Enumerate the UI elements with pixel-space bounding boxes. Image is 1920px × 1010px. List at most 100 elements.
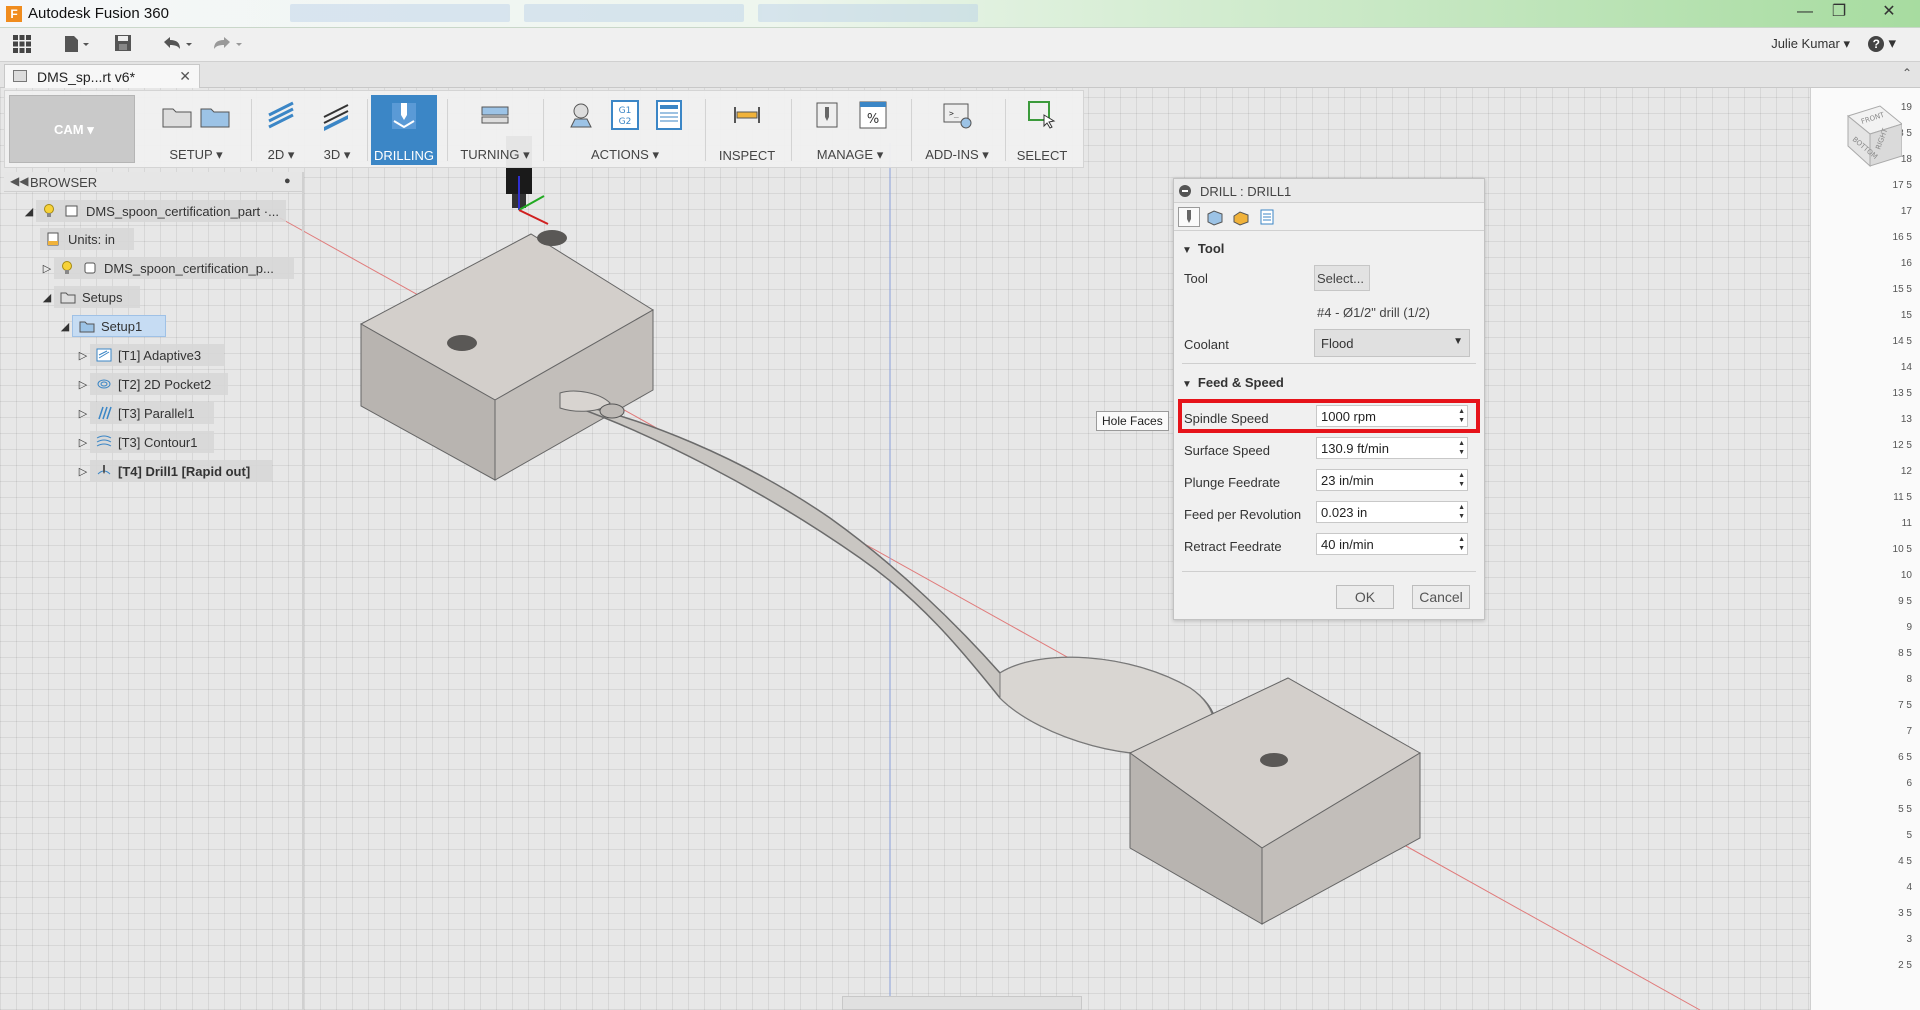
tree-item-setups[interactable]: ◢ Setups (40, 286, 140, 308)
view-cube[interactable]: FRONT BOTTOM RIGHT (1830, 100, 1904, 172)
chevron-down-icon: ▾ (876, 147, 884, 162)
ribbon-group-actions[interactable]: G1 G2 ACTIONS ▾ (549, 95, 701, 165)
collapse-triangle-icon[interactable]: ◢ (22, 205, 36, 218)
turning-icon[interactable] (479, 99, 511, 131)
expand-triangle-icon[interactable]: ▷ (40, 262, 54, 275)
parallel-toolpath-icon (96, 406, 112, 420)
tree-item-label: [T3] Parallel1 (118, 405, 195, 421)
ribbon-group-2d[interactable]: 2D ▾ (255, 95, 307, 165)
2d-adaptive-icon[interactable] (265, 99, 297, 131)
minimize-dialog-icon[interactable] (1179, 185, 1191, 197)
tree-item-units[interactable]: Units: in (40, 228, 134, 250)
undo-icon[interactable] (160, 34, 196, 56)
redo-icon[interactable] (210, 34, 246, 56)
navigation-bar[interactable] (842, 996, 1082, 1010)
ribbon-group-manage[interactable]: % MANAGE ▾ (795, 95, 905, 165)
lightbulb-icon[interactable] (60, 261, 76, 275)
setup-folder-icon[interactable] (161, 99, 193, 131)
chevron-down-icon: ▾ (652, 147, 659, 162)
ribbon-group-drilling[interactable]: DRILLING (371, 95, 437, 165)
tree-item-operation[interactable]: ▷ [T3] Contour1 (76, 431, 214, 453)
spinner-arrows-icon[interactable]: ▲ ▼ (1458, 503, 1465, 521)
tree-item-label: DMS_spoon_certification_p... (104, 260, 274, 276)
tab-heights[interactable] (1230, 207, 1252, 227)
expand-triangle-icon[interactable]: ▷ (76, 378, 90, 391)
tool-library-icon[interactable] (811, 99, 843, 131)
ruler-tick-label: 8 5 (1898, 648, 1912, 659)
minimize-icon[interactable]: — (1788, 0, 1822, 24)
setup-folder-blue-icon[interactable] (199, 99, 231, 131)
section-divider (1182, 571, 1476, 572)
ribbon-group-turning[interactable]: TURNING ▾ (453, 95, 537, 165)
close-icon[interactable]: ✕ (1872, 0, 1906, 24)
tree-item-operation-drill[interactable]: ▷ [T4] Drill1 [Rapid out] (76, 460, 272, 482)
file-menu-icon[interactable] (62, 34, 92, 56)
tool-section-header[interactable]: ▼ Tool (1182, 241, 1224, 256)
scripts-addins-icon[interactable]: >_ (941, 99, 973, 131)
data-panel-grid-icon[interactable] (12, 34, 32, 56)
chevron-down-icon: ▾ (523, 147, 530, 162)
collapse-tabs-icon[interactable]: ⌃ (1902, 66, 1912, 80)
tree-item-operation[interactable]: ▷ [T1] Adaptive3 (76, 344, 224, 366)
plunge-feedrate-input[interactable]: 23 in/min ▲ ▼ (1316, 469, 1468, 491)
tree-item-label: Setups (82, 289, 123, 305)
tool-select-button[interactable]: Select... (1314, 265, 1370, 291)
retract-feedrate-input[interactable]: 40 in/min ▲ ▼ (1316, 533, 1468, 555)
user-account-menu[interactable]: Julie Kumar ▾ (1771, 36, 1850, 52)
svg-text:G1: G1 (619, 106, 632, 116)
spinner-arrows-icon[interactable]: ▲ ▼ (1458, 535, 1465, 553)
tab-geometry[interactable] (1204, 207, 1226, 227)
ribbon-group-setup[interactable]: SETUP ▾ (141, 95, 251, 165)
measure-icon[interactable] (731, 99, 763, 131)
expand-triangle-icon[interactable]: ▷ (76, 465, 90, 478)
expand-triangle-icon[interactable]: ▷ (76, 407, 90, 420)
ribbon-group-addins[interactable]: >_ ADD-INS ▾ (915, 95, 999, 165)
workspace-switcher[interactable]: CAM ▾ (9, 95, 135, 163)
ribbon-group-3d[interactable]: 3D ▾ (311, 95, 363, 165)
collapse-triangle-icon[interactable]: ◢ (40, 291, 54, 304)
tab-cycle[interactable] (1256, 207, 1278, 227)
save-icon[interactable] (114, 34, 132, 56)
setup-sheet-icon[interactable] (653, 99, 685, 131)
lightbulb-icon[interactable] (42, 204, 58, 218)
tree-item-model[interactable]: ▷ DMS_spoon_certification_p... (40, 257, 294, 279)
browser-divider[interactable] (302, 172, 304, 1010)
simulate-icon[interactable] (565, 99, 597, 131)
expand-triangle-icon[interactable]: ▷ (76, 436, 90, 449)
chevron-down-icon: ▾ (343, 147, 351, 162)
collapse-browser-icon[interactable]: ◀◀ (10, 174, 28, 188)
3d-adaptive-icon[interactable] (321, 99, 353, 131)
maximize-icon[interactable]: ❐ (1822, 0, 1856, 24)
actions-group-label: ACTIONS (591, 147, 649, 162)
surface-speed-input[interactable]: 130.9 ft/min ▲ ▼ (1316, 437, 1468, 459)
spinner-arrows-icon[interactable]: ▲ ▼ (1458, 439, 1465, 457)
feed-per-revolution-input[interactable]: 0.023 in ▲ ▼ (1316, 501, 1468, 523)
ruler-tick-label: 10 5 (1892, 544, 1912, 555)
coolant-select[interactable]: Flood ▼ (1314, 329, 1470, 357)
cancel-button[interactable]: Cancel (1412, 585, 1470, 609)
post-process-icon[interactable]: G1G2 (609, 99, 641, 131)
tree-item-operation[interactable]: ▷ [T2] 2D Pocket2 (76, 373, 228, 395)
machine-library-icon[interactable]: % (857, 99, 889, 131)
close-tab-icon[interactable]: ✕ (179, 68, 191, 85)
ribbon-group-inspect[interactable]: INSPECT (709, 95, 785, 165)
drill-icon[interactable] (388, 99, 420, 131)
ruler-tick-label: 15 (1900, 310, 1912, 321)
tree-item-operation[interactable]: ▷ [T3] Parallel1 (76, 402, 214, 424)
tree-item-document[interactable]: ◢ DMS_spoon_certification_part ·... (22, 200, 286, 222)
dialog-title: DRILL : DRILL1 (1200, 184, 1292, 199)
pin-icon[interactable]: ● (284, 175, 291, 187)
help-menu[interactable]: ? ▾ (1868, 34, 1896, 52)
collapse-triangle-icon[interactable]: ◢ (58, 320, 72, 333)
tab-tool[interactable] (1178, 207, 1200, 227)
expand-triangle-icon[interactable]: ▷ (76, 349, 90, 362)
ribbon-group-select[interactable]: SELECT (1009, 95, 1075, 165)
ribbon-separator (543, 99, 544, 161)
pocket-toolpath-icon (96, 377, 112, 391)
document-tab[interactable]: DMS_sp...rt v6* ✕ (4, 64, 200, 88)
feed-speed-section-header[interactable]: ▼ Feed & Speed (1182, 375, 1284, 390)
ok-button[interactable]: OK (1336, 585, 1394, 609)
spinner-arrows-icon[interactable]: ▲ ▼ (1458, 471, 1465, 489)
select-icon[interactable] (1026, 99, 1058, 131)
tree-item-setup1[interactable]: ◢ Setup1 (58, 315, 166, 337)
